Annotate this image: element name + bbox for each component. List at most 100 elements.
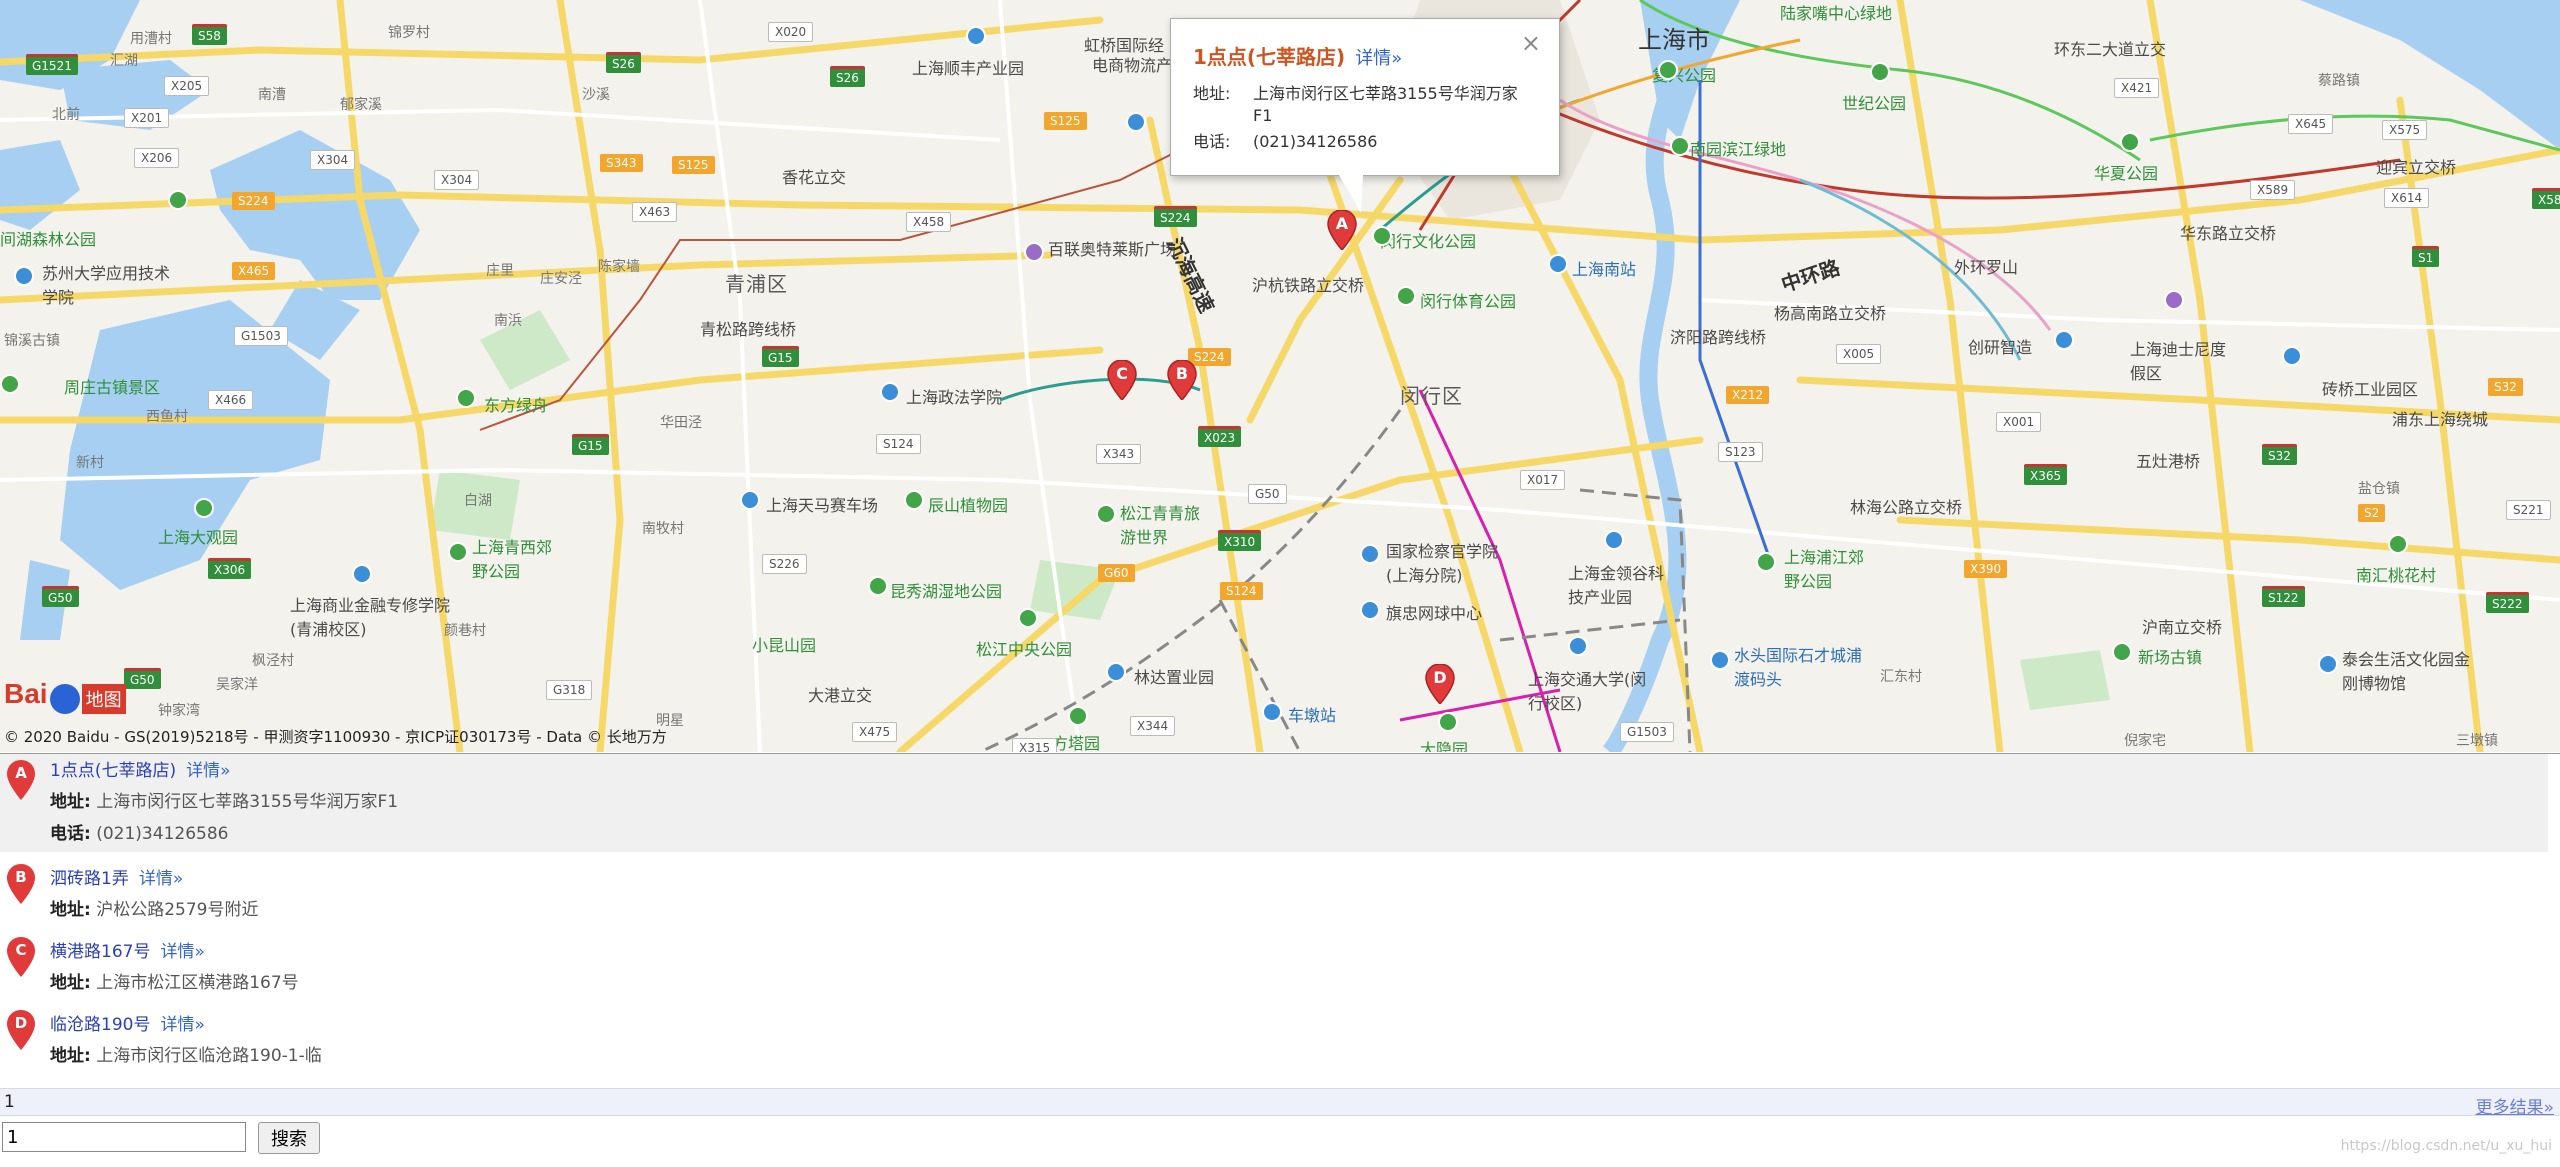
park-icon[interactable] (1670, 136, 1690, 156)
poi-icon[interactable] (1126, 112, 1146, 132)
highway-shield: G50 (124, 668, 161, 689)
poi-icon[interactable] (2054, 330, 2074, 350)
place-label: 盐仓镇 (2358, 481, 2400, 497)
place-label: 东方绿舟 (484, 396, 549, 415)
place-label: 上海天马赛车场 (766, 496, 879, 515)
park-icon[interactable] (456, 388, 476, 408)
info-window-title: 1点点(七莘路店) 详情» (1193, 41, 1402, 70)
park-icon[interactable] (448, 542, 468, 562)
school-icon[interactable] (1568, 636, 1588, 656)
result-name-text[interactable]: 横港路167号 (50, 942, 150, 962)
park-icon[interactable] (1372, 226, 1392, 246)
place-label: 迎宾立交桥 (2376, 158, 2457, 177)
highway-shield: X458 (906, 212, 952, 232)
highway-shield: S125 (672, 156, 715, 174)
museum-icon[interactable] (2318, 654, 2338, 674)
result-name-text[interactable]: 1点点(七莘路店) (50, 761, 176, 781)
highway-shield: X466 (208, 390, 254, 410)
park-icon[interactable] (1096, 504, 1116, 524)
address-value: 沪松公路2579号附近 (96, 900, 259, 920)
result-pin-b: B (6, 864, 36, 904)
park-icon[interactable] (2388, 534, 2408, 554)
park-icon[interactable] (1396, 286, 1416, 306)
marker-letter: C (1116, 364, 1128, 383)
close-icon[interactable]: × (1521, 29, 1541, 57)
place-label: 国家检察官学院(上海分院) (1386, 542, 1499, 585)
park-icon[interactable] (1068, 706, 1088, 726)
map-marker-a[interactable]: A (1327, 209, 1357, 252)
result-detail-link[interactable]: 详情» (139, 869, 183, 889)
highway-shield: S32 (2262, 444, 2297, 465)
results-panel: A 1点点(七莘路店) 详情» 地址: 上海市闵行区七莘路3155号华润万家F1 … (0, 753, 2560, 1071)
result-detail-link[interactable]: 详情» (160, 942, 204, 962)
poi-icon[interactable] (1106, 662, 1126, 682)
district-label-qingpu: 青浦区 (725, 272, 788, 296)
park-icon[interactable] (1756, 552, 1776, 572)
map-marker-b[interactable]: B (1167, 359, 1197, 402)
school-icon[interactable] (352, 564, 372, 584)
result-name-text[interactable]: 泗砖路1弄 (50, 869, 129, 889)
place-label: 旗忠网球中心 (1386, 604, 1483, 623)
park-icon[interactable] (868, 576, 888, 596)
result-item-a[interactable]: A 1点点(七莘路店) 详情» 地址: 上海市闵行区七莘路3155号华润万家F1 … (0, 754, 2548, 852)
result-detail-link[interactable]: 详情» (186, 761, 230, 781)
train-station-icon[interactable] (1548, 254, 1568, 274)
park-icon[interactable] (1870, 62, 1890, 82)
result-phone: 电话: (021)34126586 (50, 818, 2548, 850)
more-results-link[interactable]: 更多结果» (2476, 1093, 2554, 1118)
park-icon[interactable] (194, 498, 214, 518)
school-icon[interactable] (1360, 544, 1380, 564)
place-label: 沙溪 (582, 87, 610, 103)
page-number[interactable]: 1 (4, 1092, 15, 1112)
map-marker-d[interactable]: D (1425, 663, 1455, 706)
poi-icon[interactable] (14, 266, 34, 286)
place-label: 新场古镇 (2138, 648, 2203, 667)
park-icon[interactable] (0, 374, 20, 394)
result-item-b[interactable]: B 泗砖路1弄 详情» 地址: 沪松公路2579号附近 (0, 852, 2548, 925)
poi-icon[interactable] (2282, 346, 2302, 366)
highway-shield: G1503 (1620, 722, 1674, 742)
result-name-text[interactable]: 临沧路190号 (50, 1015, 150, 1035)
park-icon[interactable] (1018, 608, 1038, 628)
park-icon[interactable] (904, 490, 924, 510)
school-icon[interactable] (880, 382, 900, 402)
highway-shield: S221 (2506, 500, 2551, 520)
train-station-icon[interactable] (1262, 702, 1282, 722)
park-icon[interactable] (168, 190, 188, 210)
poi-icon[interactable] (740, 490, 760, 510)
place-label: 白湖 (464, 493, 492, 509)
poi-icon[interactable] (1604, 530, 1624, 550)
pagination-bar: 1 更多结果» (0, 1088, 2560, 1118)
result-item-d[interactable]: D 临沧路190号 详情» 地址: 上海市闵行区临沧路190-1-临 (0, 998, 2548, 1071)
address-value: 上海市松江区横港路167号 (96, 973, 299, 993)
port-icon[interactable] (1710, 650, 1730, 670)
search-button[interactable]: 搜索 (258, 1122, 320, 1154)
map-marker-c[interactable]: C (1107, 359, 1137, 402)
result-detail-link[interactable]: 详情» (160, 1015, 204, 1035)
poi-icon[interactable] (966, 26, 986, 46)
place-label: 南浜 (494, 313, 522, 329)
search-input[interactable] (2, 1122, 246, 1152)
place-label: 闵行文化公园 (1380, 232, 1477, 251)
disney-icon[interactable] (2164, 290, 2184, 310)
place-label: 锦罗村 (388, 25, 430, 41)
place-label: 上海金领谷科技产业园 (1568, 564, 1665, 607)
park-icon[interactable] (1438, 712, 1458, 732)
highway-shield: X365 (2024, 464, 2068, 485)
paw-icon (49, 683, 80, 714)
shopping-icon[interactable] (1024, 242, 1044, 262)
baidu-logo[interactable]: Bai 地图 (4, 678, 126, 718)
place-label: 三墩镇 (2456, 733, 2498, 749)
result-item-c[interactable]: C 横港路167号 详情» 地址: 上海市松江区横港路167号 (0, 925, 2548, 998)
info-window-pointer (1339, 175, 1363, 213)
sports-icon[interactable] (1360, 600, 1380, 620)
highway-shield: X005 (1836, 344, 1882, 364)
highway-shield: G50 (1248, 484, 1287, 504)
place-label: 大港立交 (808, 686, 873, 705)
map-canvas[interactable]: 上海市 青浦区 闵行区 用漕村 锦罗村 汇湖 北前 南漕 郁家溪 沙溪 上海顺丰… (0, 0, 2560, 752)
park-icon[interactable] (2112, 642, 2132, 662)
place-label: 南园滨江绿地 (1690, 140, 1787, 159)
park-icon[interactable] (1658, 60, 1678, 80)
info-window-detail-link[interactable]: 详情» (1355, 48, 1402, 69)
park-icon[interactable] (2120, 132, 2140, 152)
